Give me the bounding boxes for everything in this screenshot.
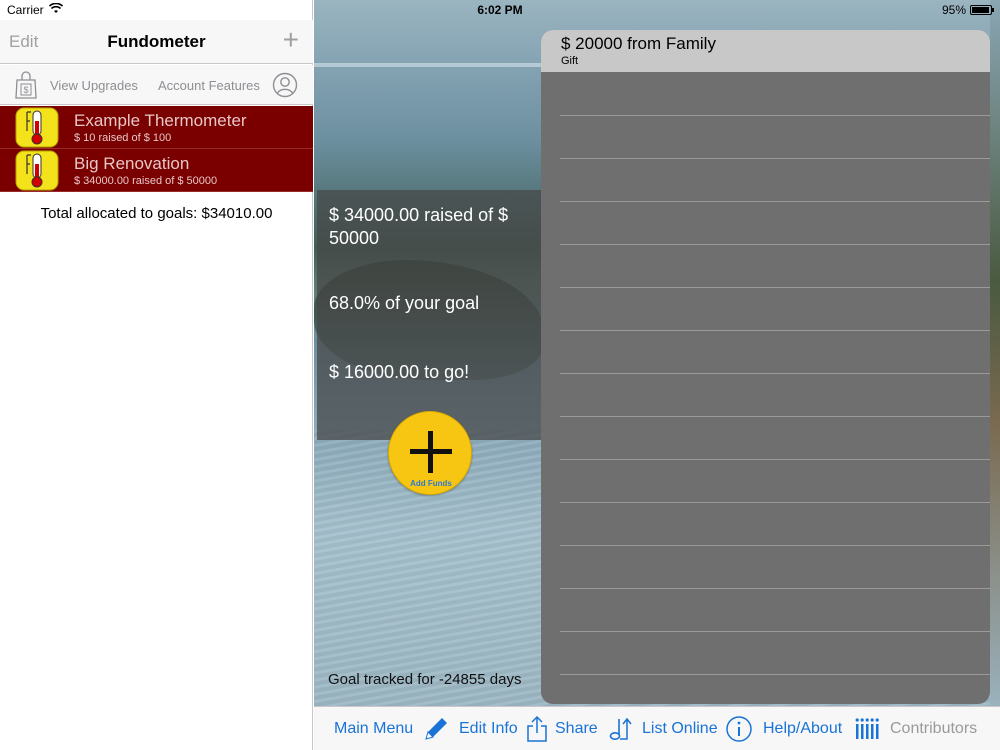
contribution-amount: $ 20000 from Family	[561, 34, 716, 53]
total-allocated: Total allocated to goals: $34010.00	[40, 205, 273, 222]
list-separator	[560, 416, 990, 417]
status-time: 6:02 PM	[477, 3, 523, 17]
pencil-icon	[425, 718, 447, 740]
goal-name: Example Thermometer	[74, 111, 247, 130]
percent-text: 68.0% of your goal	[329, 293, 480, 313]
list-separator	[560, 244, 990, 245]
contributors-icon	[855, 718, 879, 739]
list-separator	[560, 330, 990, 331]
shopping-bag-dollar-icon[interactable]: $	[14, 71, 38, 99]
account-features-button[interactable]: Account Features	[158, 78, 260, 93]
goal-subtitle: $ 10 raised of $ 100	[74, 132, 172, 144]
tab-label: Main Menu	[334, 720, 414, 737]
share-icon	[527, 715, 547, 742]
list-separator	[560, 373, 990, 374]
tab-label: Share	[555, 720, 598, 737]
nav-bar: Edit Fundometer +	[0, 20, 313, 64]
list-separator	[560, 631, 990, 632]
list-separator	[560, 588, 990, 589]
contribution-row[interactable]: $ 20000 from Family Gift	[541, 30, 990, 72]
goal-row[interactable]: Example Thermometer $ 10 raised of $ 100	[0, 106, 313, 149]
tab-label: Contributors	[890, 720, 978, 737]
goal-row[interactable]: Big Renovation $ 34000.00 raised of $ 50…	[0, 149, 313, 192]
battery-icon	[970, 5, 994, 15]
contribution-kind: Gift	[561, 55, 579, 67]
view-upgrades-button[interactable]: View Upgrades	[50, 78, 138, 93]
goal-name: Big Renovation	[74, 154, 190, 173]
list-separator	[560, 287, 990, 288]
raised-text: $ 34000.00 raised of $ 50000	[329, 205, 509, 248]
bottom-toolbar: Main Menu Edit Info Share List Online He…	[314, 706, 1000, 750]
photo-edge	[990, 0, 1000, 706]
goal-subtitle: $ 34000.00 raised of $ 50000	[74, 175, 218, 187]
tracked-days-text: Goal tracked for -24855 days	[328, 671, 522, 688]
tab-label: Help/About	[763, 720, 843, 737]
battery-percent: 95%	[941, 3, 966, 17]
thermometer-icon	[15, 150, 59, 191]
add-funds-label: Add Funds	[410, 479, 452, 488]
contributions-list[interactable]: $ 20000 from Family Gift	[541, 30, 990, 704]
plus-icon[interactable]: +	[283, 26, 299, 54]
list-separator	[560, 459, 990, 460]
status-bar: Carrier 6:02 PM 95%	[0, 0, 1000, 20]
list-separator	[560, 674, 990, 675]
list-separator	[560, 115, 990, 116]
list-separator	[560, 545, 990, 546]
list-separator	[560, 502, 990, 503]
upgrades-toolbar: $ View Upgrades Account Features	[0, 65, 313, 105]
goal-stats-panel: $ 34000.00 raised of $ 50000 68.0% of yo…	[317, 190, 543, 440]
page-title: Fundometer	[107, 32, 206, 51]
upload-note-icon	[609, 717, 632, 740]
svg-text:$: $	[23, 85, 28, 95]
master-pane: Edit Fundometer + $ View Upgrades Accoun…	[0, 0, 313, 750]
person-circle-icon[interactable]	[272, 72, 298, 98]
plus-icon-bar	[410, 449, 452, 454]
tab-label: List Online	[642, 720, 718, 737]
thermometer-icon	[15, 107, 59, 148]
tab-label: Edit Info	[459, 720, 518, 737]
info-icon	[726, 716, 752, 742]
to-go-text: $ 16000.00 to go!	[329, 362, 470, 382]
list-separator	[560, 201, 990, 202]
add-funds-button[interactable]: Add Funds	[388, 411, 472, 495]
list-separator	[560, 158, 990, 159]
